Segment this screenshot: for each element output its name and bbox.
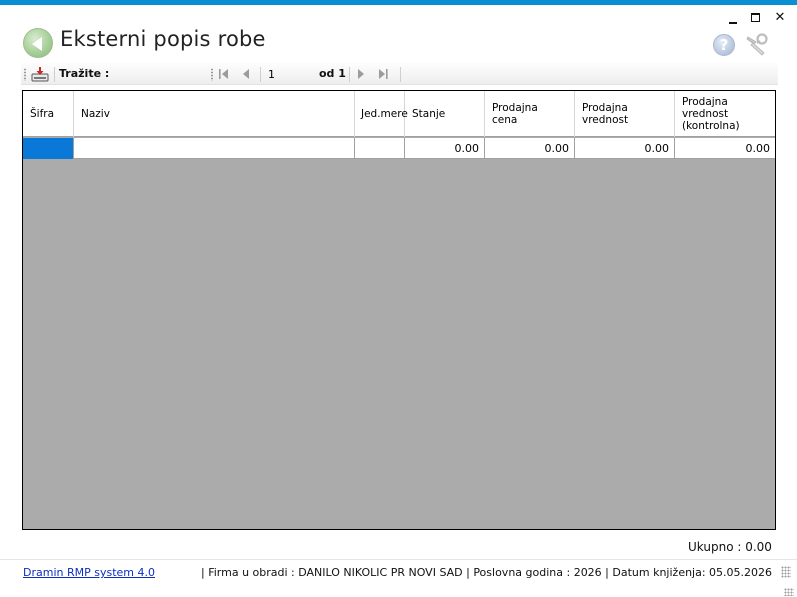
- back-button[interactable]: [23, 28, 53, 58]
- resize-grip-icon[interactable]: [781, 566, 791, 578]
- last-page-icon[interactable]: [376, 68, 390, 80]
- search-label: Tražite :: [59, 67, 110, 80]
- cell-jed-mere[interactable]: [355, 138, 405, 159]
- cell-prodajna-cena[interactable]: 0.00: [485, 138, 575, 159]
- maximize-icon[interactable]: [746, 9, 766, 27]
- search-input[interactable]: [105, 65, 207, 83]
- status-info: | Firma u obradi : DANILO NIKOLIC PR NOV…: [201, 566, 773, 579]
- first-page-icon[interactable]: [217, 68, 231, 80]
- help-icon[interactable]: ?: [713, 34, 735, 56]
- toolbar-separator: [400, 67, 401, 82]
- page-number-input[interactable]: [266, 65, 314, 83]
- toolbar-grip[interactable]: [24, 68, 26, 81]
- toolbar: Tražite : od 1: [21, 63, 778, 85]
- items-grid: Šifra Naziv Jed.mere Stanje Prodajna cen…: [22, 90, 776, 530]
- total-label: Ukupno : 0.00: [688, 540, 772, 554]
- grid-header: Šifra Naziv Jed.mere Stanje Prodajna cen…: [23, 91, 775, 137]
- toolbar-separator: [349, 67, 350, 82]
- tools-icon[interactable]: [744, 33, 770, 57]
- next-page-icon[interactable]: [354, 68, 368, 80]
- column-header-sifra[interactable]: Šifra: [23, 91, 74, 137]
- column-header-prodajna-cena[interactable]: Prodajna cena: [485, 91, 575, 137]
- column-header-stanje[interactable]: Stanje: [405, 91, 485, 137]
- product-link[interactable]: Dramin RMP system 4.0: [23, 566, 155, 579]
- window-accent-bar: [0, 0, 797, 5]
- resize-grip-icon[interactable]: [784, 588, 794, 596]
- export-icon[interactable]: [31, 67, 49, 82]
- back-arrow-icon: [32, 37, 42, 51]
- column-header-prodajna-vrednost-kontrolna[interactable]: Prodajna vrednost (kontrolna): [675, 91, 775, 137]
- cell-prodajna-vrednost[interactable]: 0.00: [575, 138, 675, 159]
- cell-stanje[interactable]: 0.00: [405, 138, 485, 159]
- table-row[interactable]: 0.00 0.00 0.00 0.00: [23, 138, 775, 159]
- cell-naziv[interactable]: [74, 138, 355, 159]
- minimize-icon[interactable]: [723, 9, 743, 27]
- page-count-label: od 1: [319, 67, 346, 80]
- column-header-naziv[interactable]: Naziv: [74, 91, 355, 137]
- toolbar-separator: [54, 67, 55, 82]
- status-bar: Dramin RMP system 4.0 | Firma u obradi :…: [0, 559, 797, 597]
- previous-page-icon[interactable]: [239, 68, 253, 80]
- toolbar-grip[interactable]: [211, 68, 213, 81]
- column-header-jed-mere[interactable]: Jed.mere: [355, 91, 408, 137]
- toolbar-separator: [260, 67, 261, 82]
- cell-prodajna-vrednost-kontrolna[interactable]: 0.00: [675, 138, 775, 159]
- close-icon[interactable]: ✕: [770, 9, 790, 27]
- column-header-prodajna-vrednost[interactable]: Prodajna vrednost: [575, 91, 675, 137]
- cell-sifra[interactable]: [23, 138, 74, 159]
- page-title: Eksterni popis robe: [60, 27, 266, 51]
